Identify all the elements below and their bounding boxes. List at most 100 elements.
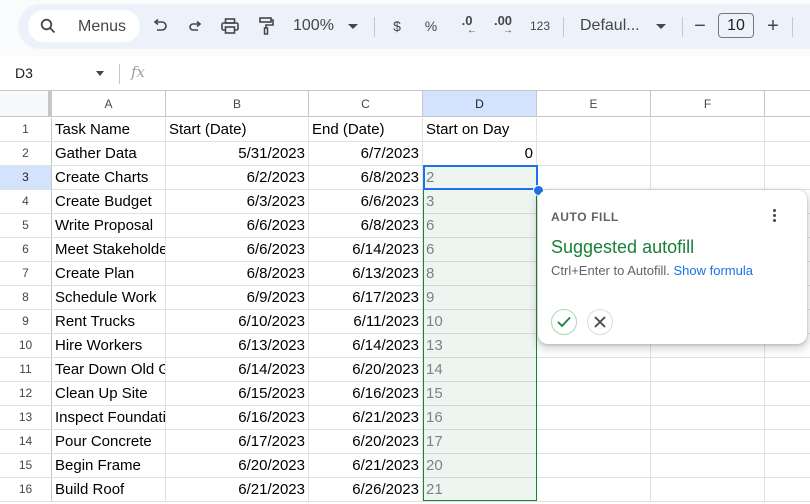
row-header[interactable]: 5 <box>0 214 52 238</box>
cell-c6[interactable]: 6/14/2023 <box>309 238 423 262</box>
cell-f2[interactable] <box>651 142 765 166</box>
cell-e11[interactable] <box>537 358 651 382</box>
cell-f12[interactable] <box>651 382 765 406</box>
cell-d11[interactable]: 14 <box>423 358 537 382</box>
cell-a7[interactable]: Create Plan <box>52 262 166 286</box>
print-button[interactable] <box>218 13 242 39</box>
decrease-font-size-button[interactable]: − <box>690 13 710 39</box>
cell-d15[interactable]: 20 <box>423 454 537 478</box>
cell-c1[interactable]: End (Date) <box>309 118 423 142</box>
increase-decimal-button[interactable]: .00 → <box>490 13 516 39</box>
cell-b12[interactable]: 6/15/2023 <box>166 382 309 406</box>
cell-c7[interactable]: 6/13/2023 <box>309 262 423 286</box>
cell-b16[interactable]: 6/21/2023 <box>166 478 309 502</box>
formula-input[interactable] <box>160 60 800 86</box>
row-header[interactable]: 9 <box>0 310 52 334</box>
cell-b7[interactable]: 6/8/2023 <box>166 262 309 286</box>
cell-g12[interactable] <box>765 382 810 406</box>
cell-d8[interactable]: 9 <box>423 286 537 310</box>
row-header[interactable]: 15 <box>0 454 52 478</box>
cell-g13[interactable] <box>765 406 810 430</box>
row-header[interactable]: 8 <box>0 286 52 310</box>
row-header[interactable]: 11 <box>0 358 52 382</box>
currency-button[interactable]: $ <box>387 13 407 39</box>
cell-c14[interactable]: 6/20/2023 <box>309 430 423 454</box>
cell-c2[interactable]: 6/7/2023 <box>309 142 423 166</box>
more-options-icon[interactable] <box>768 208 780 226</box>
cell-a4[interactable]: Create Budget <box>52 190 166 214</box>
cell-a9[interactable]: Rent Trucks <box>52 310 166 334</box>
cell-a16[interactable]: Build Roof <box>52 478 166 502</box>
cell-c12[interactable]: 6/16/2023 <box>309 382 423 406</box>
row-header[interactable]: 14 <box>0 430 52 454</box>
cell-c8[interactable]: 6/17/2023 <box>309 286 423 310</box>
decrease-decimal-button[interactable]: .0 ← <box>454 13 480 39</box>
cell-f13[interactable] <box>651 406 765 430</box>
cell-d3[interactable]: 2 <box>423 166 537 190</box>
cell-a15[interactable]: Begin Frame <box>52 454 166 478</box>
cell-b5[interactable]: 6/6/2023 <box>166 214 309 238</box>
cell-c4[interactable]: 6/6/2023 <box>309 190 423 214</box>
cell-b4[interactable]: 6/3/2023 <box>166 190 309 214</box>
menus-search-button[interactable]: Menus <box>28 10 140 42</box>
cell-a14[interactable]: Pour Concrete <box>52 430 166 454</box>
cell-g16[interactable] <box>765 478 810 502</box>
cell-a11[interactable]: Tear Down Old Garage <box>52 358 166 382</box>
cell-b8[interactable]: 6/9/2023 <box>166 286 309 310</box>
cell-d2[interactable]: 0 <box>423 142 537 166</box>
cell-e1[interactable] <box>537 118 651 142</box>
cell-d1[interactable]: Start on Day <box>423 118 537 142</box>
cell-e16[interactable] <box>537 478 651 502</box>
select-all-corner[interactable] <box>0 90 52 117</box>
row-header[interactable]: 4 <box>0 190 52 214</box>
cell-c3[interactable]: 6/8/2023 <box>309 166 423 190</box>
row-header[interactable]: 16 <box>0 478 52 502</box>
cell-e15[interactable] <box>537 454 651 478</box>
cell-d5[interactable]: 6 <box>423 214 537 238</box>
paint-format-button[interactable] <box>254 13 278 39</box>
row-header[interactable]: 6 <box>0 238 52 262</box>
cell-b9[interactable]: 6/10/2023 <box>166 310 309 334</box>
percent-button[interactable]: % <box>421 13 441 39</box>
cell-d6[interactable]: 6 <box>423 238 537 262</box>
redo-button[interactable] <box>183 13 207 39</box>
cell-f1[interactable] <box>651 118 765 142</box>
cell-b6[interactable]: 6/6/2023 <box>166 238 309 262</box>
cell-f14[interactable] <box>651 430 765 454</box>
accept-autofill-button[interactable] <box>551 309 577 335</box>
row-header[interactable]: 3 <box>0 166 52 190</box>
row-header[interactable]: 13 <box>0 406 52 430</box>
cell-g14[interactable] <box>765 430 810 454</box>
cell-f16[interactable] <box>651 478 765 502</box>
column-header-g[interactable] <box>765 90 810 117</box>
cell-d16[interactable]: 21 <box>423 478 537 502</box>
column-header-e[interactable]: E <box>537 90 651 117</box>
column-header-a[interactable]: A <box>52 90 166 117</box>
column-header-b[interactable]: B <box>166 90 309 117</box>
more-formats-button[interactable]: 123 <box>526 13 554 39</box>
cell-a6[interactable]: Meet Stakeholders <box>52 238 166 262</box>
cell-d13[interactable]: 16 <box>423 406 537 430</box>
cell-a12[interactable]: Clean Up Site <box>52 382 166 406</box>
cell-f11[interactable] <box>651 358 765 382</box>
cell-d9[interactable]: 10 <box>423 310 537 334</box>
cell-c11[interactable]: 6/20/2023 <box>309 358 423 382</box>
dismiss-autofill-button[interactable] <box>587 309 613 335</box>
cell-g1[interactable] <box>765 118 810 142</box>
font-size-input[interactable]: 10 <box>718 13 754 38</box>
cell-a3[interactable]: Create Charts <box>52 166 166 190</box>
column-header-c[interactable]: C <box>309 90 423 117</box>
cell-f15[interactable] <box>651 454 765 478</box>
row-header[interactable]: 7 <box>0 262 52 286</box>
row-header[interactable]: 1 <box>0 118 52 142</box>
chevron-down-icon[interactable] <box>96 71 104 76</box>
cell-e14[interactable] <box>537 430 651 454</box>
row-header[interactable]: 10 <box>0 334 52 358</box>
cell-a2[interactable]: Gather Data <box>52 142 166 166</box>
cell-e2[interactable] <box>537 142 651 166</box>
row-header[interactable]: 12 <box>0 382 52 406</box>
cell-c15[interactable]: 6/21/2023 <box>309 454 423 478</box>
cell-d12[interactable]: 15 <box>423 382 537 406</box>
zoom-select[interactable]: 100% <box>293 13 363 39</box>
cell-b3[interactable]: 6/2/2023 <box>166 166 309 190</box>
